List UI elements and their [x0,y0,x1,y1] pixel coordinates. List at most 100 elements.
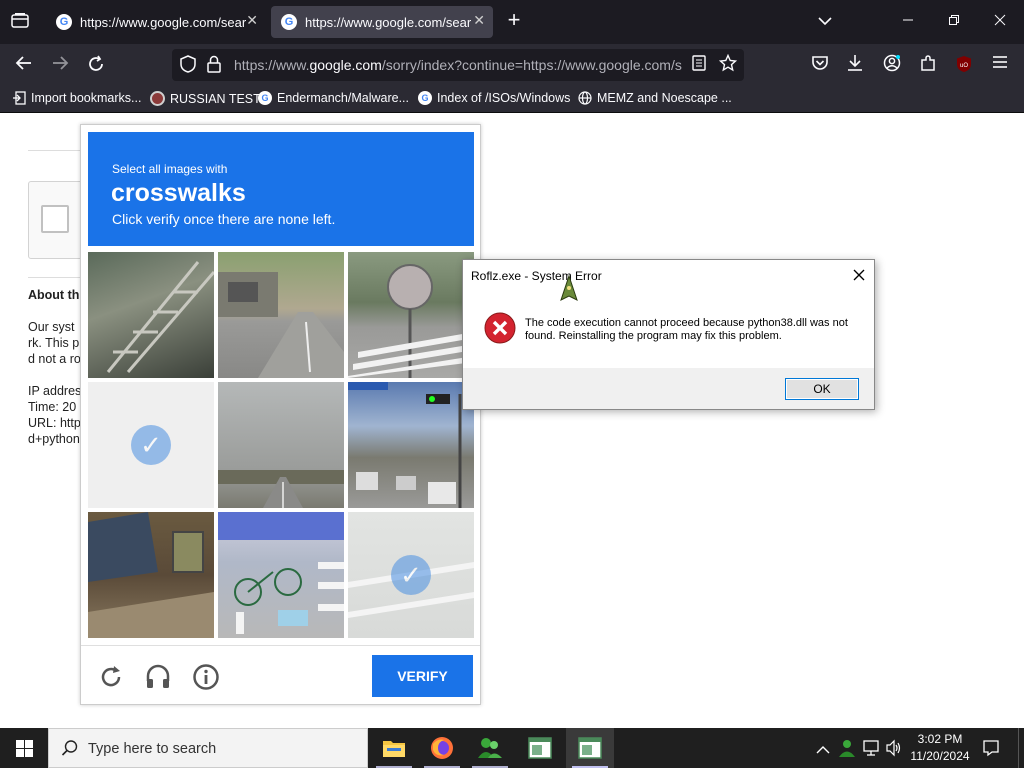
address-bar[interactable]: https://www.google.com/sorry/index?conti… [172,49,744,81]
google-icon: G [258,91,272,105]
folder-icon [383,741,405,757]
tray-app-icon[interactable] [837,738,857,758]
image-tile-7[interactable] [88,512,214,638]
russian-test-icon [150,91,165,106]
windows-taskbar: Type here to search 3:02 PM 11/20/2024 [0,728,1024,768]
selected-check-icon: ✓ [391,555,431,595]
bookmarks-toolbar: Import bookmarks... RUSSIAN TEST G Ender… [0,86,1024,113]
recaptcha-challenge: Select all images with crosswalks Click … [80,124,481,705]
selected-check-icon: ✓ [131,425,171,465]
page-line: Our syst [28,320,75,334]
bookmark-label: MEMZ and Noescape ... [597,91,732,105]
footer-divider [81,645,480,646]
show-desktop-button[interactable] [1018,728,1024,768]
verify-button[interactable]: VERIFY [372,655,473,697]
page-line: d not a ro [28,352,81,366]
tab-list-icon[interactable] [10,12,30,34]
clock-time: 3:02 PM [917,732,963,746]
reload-icon[interactable] [86,55,106,79]
info-icon[interactable] [192,663,220,691]
close-tab-icon[interactable]: ✕ [473,12,485,29]
bookmark-star-icon[interactable] [718,53,738,78]
error-icon [484,312,516,344]
windows-start-icon[interactable] [16,740,33,757]
close-tab-icon[interactable]: ✕ [246,12,258,29]
dialog-title: Roflz.exe - System Error [471,269,602,283]
ok-button[interactable]: OK [785,378,859,400]
bookmark-russian-test[interactable]: RUSSIAN TEST [150,91,261,106]
people-icon [478,738,502,758]
bookmark-endermanch[interactable]: G Endermanch/Malware... [258,91,409,105]
shield-icon[interactable] [179,55,197,79]
search-placeholder: Type here to search [88,741,217,757]
svg-text:uO: uO [960,63,968,69]
taskbar-app-people[interactable] [466,728,514,768]
tab-search-2[interactable]: G https://www.google.com/search ✕ [271,6,493,38]
back-icon[interactable] [14,55,34,77]
account-icon[interactable] [882,54,902,78]
system-error-dialog: Roflz.exe - System Error The code execut… [462,259,875,410]
image-tile-8[interactable] [218,512,344,638]
reader-view-icon[interactable] [690,55,708,77]
url-prefix: https://www. [234,57,310,73]
page-heading: About th [28,288,80,302]
bookmark-import[interactable]: Import bookmarks... [12,91,141,105]
cursor-pointer-icon [559,274,579,306]
image-tile-4[interactable]: ✓ [88,382,214,508]
volume-icon[interactable] [885,739,903,757]
tab-bar: G https://www.google.com/search ✕ G http… [0,0,1024,44]
chevron-down-icon[interactable] [815,12,835,32]
show-hidden-icons-icon[interactable] [816,742,830,754]
dialog-message: The code execution cannot proceed becaus… [525,317,848,342]
bookmark-label: RUSSIAN TEST [170,91,261,106]
forward-icon[interactable] [50,55,70,77]
tab-title: https://www.google.com/search [305,14,471,30]
image-tile-3[interactable] [348,252,474,378]
pocket-icon[interactable] [810,55,830,77]
bookmark-isos-windows[interactable]: G Index of /ISOs/Windows [418,91,570,105]
menu-icon[interactable] [990,55,1010,75]
ublock-origin-icon[interactable]: uO [954,55,974,79]
taskbar-app-window-1[interactable] [516,728,564,768]
lock-icon[interactable] [206,55,222,79]
navigation-bar: https://www.google.com/sorry/index?conti… [0,44,1024,86]
notification-icon[interactable] [982,739,1000,757]
divider [28,277,88,278]
taskbar-firefox[interactable] [418,728,466,768]
close-window-icon[interactable] [990,12,1010,32]
taskbar-file-explorer[interactable] [370,728,418,768]
google-icon: G [56,14,72,30]
globe-icon [578,91,592,105]
audio-challenge-icon[interactable] [144,663,172,691]
new-tab-icon[interactable]: + [504,9,524,31]
image-tile-2[interactable] [218,252,344,378]
import-icon [13,91,26,105]
clock[interactable]: 3:02 PM 11/20/2024 [906,731,974,765]
google-icon: G [418,91,432,105]
taskbar-search-box[interactable]: Type here to search [48,728,368,768]
challenge-instruction: Select all images with [112,162,228,176]
reload-challenge-icon[interactable] [98,664,124,690]
bookmark-memz[interactable]: MEMZ and Noescape ... [578,91,732,105]
page-line: URL: http [28,416,81,430]
url-domain: google.com [309,57,382,73]
image-tile-6[interactable] [348,382,474,508]
tab-title: https://www.google.com/search [80,14,246,30]
page-line: d+python [28,432,80,446]
image-tile-1[interactable] [88,252,214,378]
search-icon [61,739,79,757]
restore-icon[interactable] [944,12,964,32]
network-icon[interactable] [862,739,880,757]
recaptcha-checkbox[interactable] [41,205,69,233]
dialog-close-icon[interactable] [852,268,866,282]
url-text[interactable]: https://www.google.com/sorry/index?conti… [234,57,686,73]
challenge-hint: Click verify once there are none left. [112,211,336,227]
download-icon[interactable] [845,54,865,78]
extensions-icon[interactable] [918,54,938,78]
clock-date: 11/20/2024 [910,749,970,763]
taskbar-app-window-2[interactable] [566,728,614,768]
image-tile-9[interactable]: ✓ [348,512,474,638]
minimize-icon[interactable] [898,12,918,32]
tab-search-1[interactable]: G https://www.google.com/search ✕ [46,6,266,38]
image-tile-5[interactable] [218,382,344,508]
